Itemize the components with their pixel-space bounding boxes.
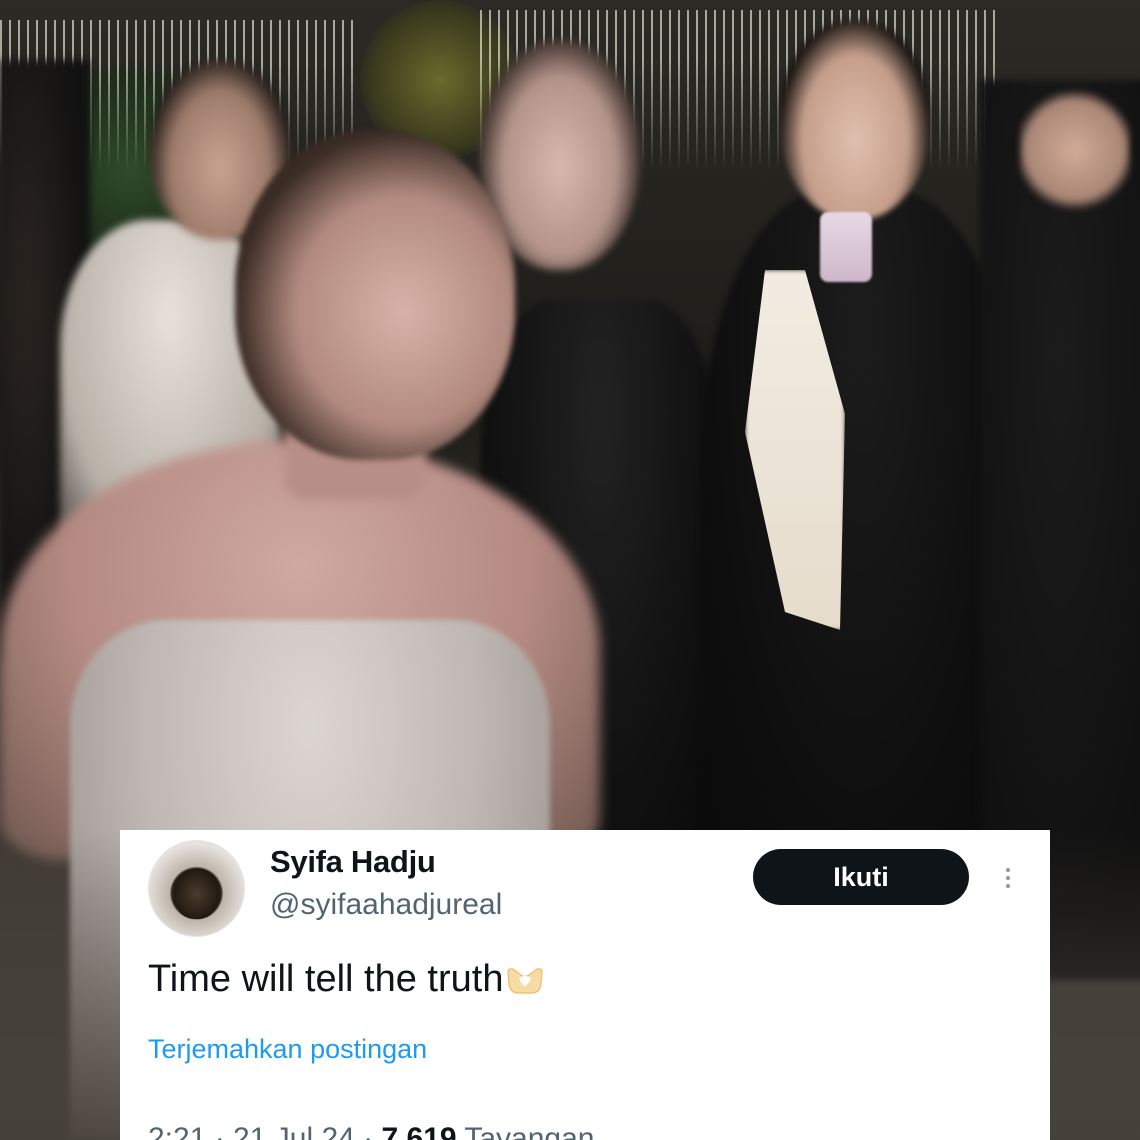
guest-man-suit [700,190,1020,890]
dot [1006,876,1010,880]
tweet-card: Syifa Hadju @syifaahadjureal Ikuti Time … [120,830,1050,1140]
translate-link[interactable]: Terjemahkan postingan [148,1034,427,1065]
dot [1006,868,1010,872]
heart-hands-icon [507,968,544,994]
timestamp[interactable]: 2:21 · 21 Jul 24 · [148,1122,373,1140]
screenshot-frame: Syifa Hadju @syifaahadjureal Ikuti Time … [0,0,1140,1140]
tweet-text: Time will tell the truth [148,958,504,1000]
display-name[interactable]: Syifa Hadju [270,844,436,880]
views-label: Tayangan [464,1122,595,1140]
avatar-face [174,869,219,919]
user-handle[interactable]: @syifaahadjureal [270,888,502,922]
avatar[interactable] [148,840,245,937]
bride-head [235,130,515,460]
follow-button[interactable]: Ikuti [753,849,969,905]
tweet-text-row: Time will tell the truth [148,958,545,1001]
guest-man-head [780,20,930,220]
phone [820,212,872,282]
tweet-meta: 2:21 · 21 Jul 24 · 7.619 Tayangan [148,1122,594,1140]
guest-right-hand [1020,90,1130,210]
views-count: 7.619 [381,1122,457,1140]
more-options-icon[interactable] [996,858,1020,898]
dot [1006,884,1010,888]
